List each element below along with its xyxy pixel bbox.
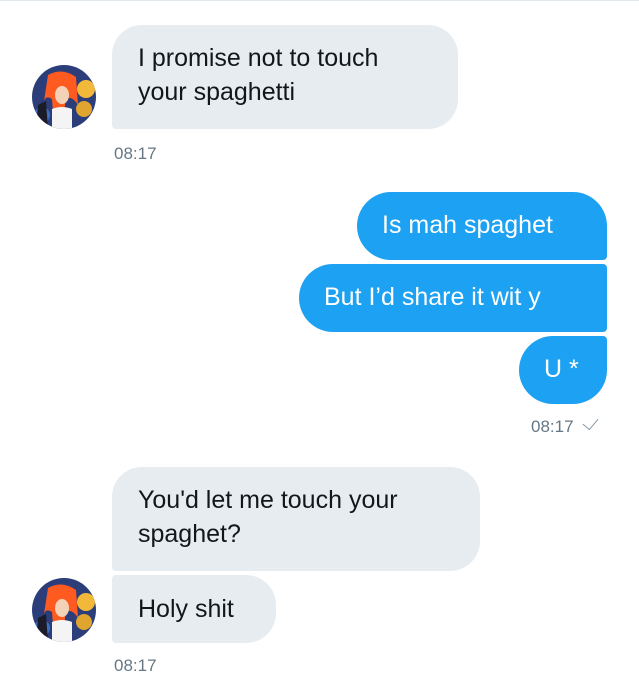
message-bubble-sent[interactable]: Is mah spaghet bbox=[357, 192, 607, 260]
message-bubble-received[interactable]: I promise not to touch your spaghetti bbox=[112, 25, 458, 129]
contact-avatar[interactable] bbox=[32, 578, 96, 642]
message-text-line: You'd let me touch your bbox=[138, 486, 398, 514]
message-text-line: spaghet? bbox=[138, 520, 241, 548]
message-bubble-received[interactable]: Holy shit bbox=[112, 575, 276, 643]
contact-avatar[interactable] bbox=[32, 65, 96, 129]
message-timestamp: 08:17 bbox=[114, 144, 157, 163]
message-timestamp: 08:17 bbox=[531, 417, 574, 436]
message-text-line: I promise not to touch bbox=[138, 44, 379, 72]
sent-timestamp-row: 08:17 bbox=[531, 413, 598, 437]
checkmark-icon bbox=[582, 413, 598, 431]
message-bubble-sent[interactable]: U * bbox=[519, 336, 607, 404]
message-bubble-sent[interactable]: But I’d share it wit y bbox=[299, 264, 607, 332]
avatar-image bbox=[32, 65, 96, 129]
top-divider bbox=[0, 0, 639, 1]
message-text-line: your spaghetti bbox=[138, 78, 296, 106]
message-bubble-received[interactable]: You'd let me touch your spaghet? bbox=[112, 467, 480, 571]
avatar-image bbox=[32, 578, 96, 642]
message-timestamp: 08:17 bbox=[114, 656, 157, 675]
